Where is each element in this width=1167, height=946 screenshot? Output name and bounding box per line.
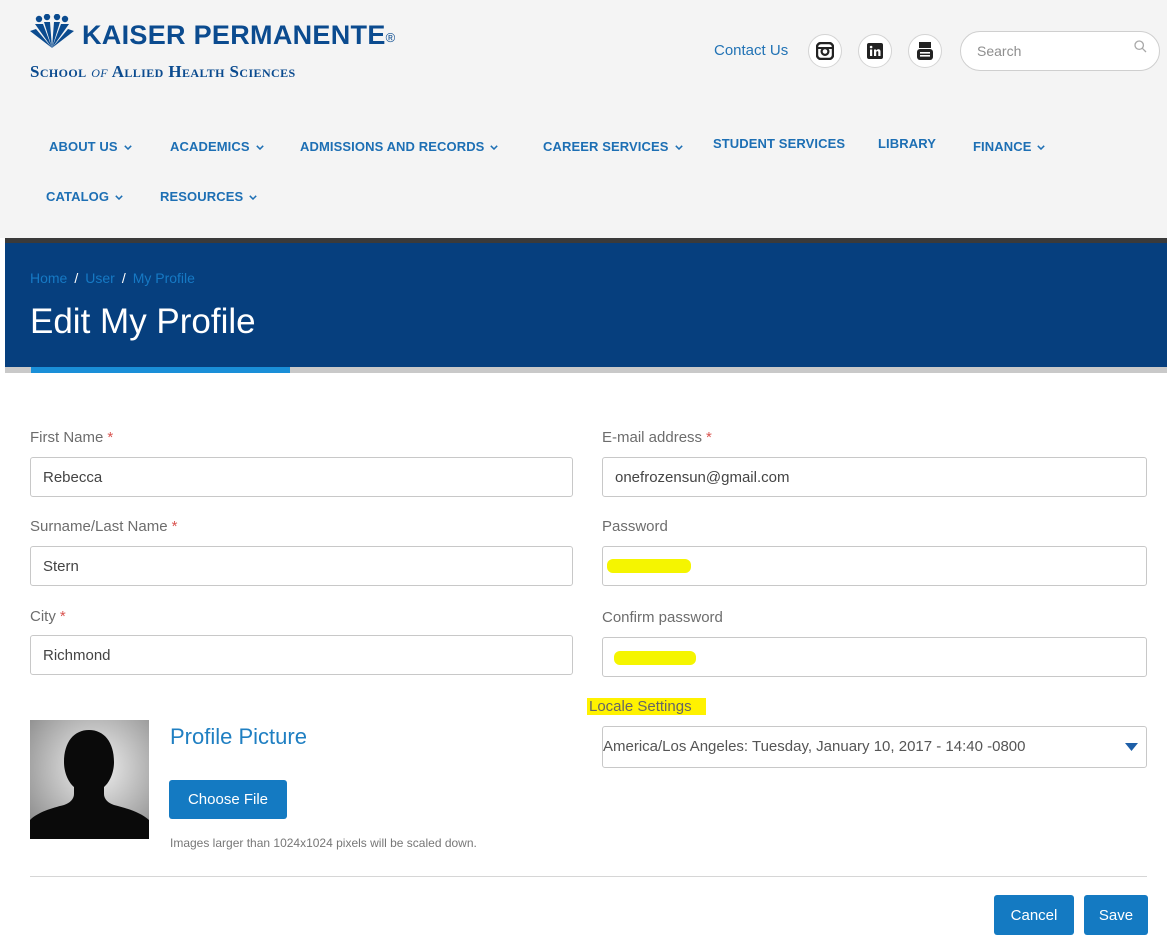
search-input[interactable] [977, 41, 1127, 61]
nav-library[interactable]: LIBRARY [878, 136, 936, 151]
avatar [30, 720, 149, 839]
youtube-link[interactable] [908, 34, 942, 68]
confirm-password-label: Confirm password [602, 609, 723, 626]
nav-catalog-label: CATALOG [46, 189, 110, 204]
save-button[interactable]: Save [1084, 895, 1148, 935]
chevron-down-icon [1037, 145, 1046, 150]
locale-settings-label: Locale Settings [587, 698, 706, 715]
chevron-down-icon [123, 145, 132, 150]
nav-student-services[interactable]: STUDENT SERVICES [713, 136, 845, 151]
timezone-select[interactable]: America/Los Angeles: Tuesday, January 10… [602, 726, 1147, 768]
city-field[interactable] [30, 635, 573, 675]
email-field[interactable] [602, 457, 1147, 497]
confirm-password-highlight [614, 651, 696, 665]
chevron-down-icon [249, 195, 257, 200]
youtube-icon [917, 42, 933, 60]
contact-us-link[interactable]: Contact Us [714, 42, 788, 59]
page-title: Edit My Profile [30, 302, 256, 341]
nav-admissions-label: ADMISSIONS AND RECORDS [300, 139, 485, 154]
nav-student-services-label: STUDENT SERVICES [713, 136, 846, 151]
breadcrumb-user[interactable]: User [85, 270, 115, 286]
nav-career-services-label: CAREER SERVICES [543, 139, 669, 154]
instagram-link[interactable] [808, 34, 842, 68]
form-divider [30, 876, 1147, 877]
linkedin-icon [867, 43, 883, 59]
password-label: Password [602, 518, 668, 535]
nav-library-label: LIBRARY [878, 136, 936, 151]
image-size-hint: Images larger than 1024x1024 pixels will… [170, 836, 477, 850]
nav-about-us-label: ABOUT US [49, 139, 118, 154]
search-icon[interactable] [1134, 40, 1147, 53]
kaiser-logo-mark-icon [30, 14, 74, 48]
nav-career-services[interactable]: CAREER SERVICES [543, 139, 683, 154]
nav-catalog[interactable]: CATALOG [46, 189, 123, 204]
nav-admissions-and-records[interactable]: ADMISSIONS AND RECORDS [300, 139, 499, 154]
logo-title: KAISER PERMANENTE® [82, 20, 396, 50]
email-label: E-mail address * [602, 429, 712, 446]
password-highlight [607, 559, 691, 573]
timezone-select-value: America/Los Angeles: Tuesday, January 10… [603, 738, 1026, 755]
breadcrumb-separator: / [121, 270, 126, 286]
choose-file-button[interactable]: Choose File [169, 780, 287, 819]
breadcrumb: Home / User / My Profile [30, 270, 195, 286]
breadcrumb-separator: / [74, 270, 79, 286]
nav-about-us[interactable]: ABOUT US [49, 139, 132, 154]
breadcrumb-home[interactable]: Home [30, 270, 67, 286]
instagram-icon [816, 42, 834, 60]
first-name-field[interactable] [30, 457, 573, 497]
nav-academics[interactable]: ACADEMICS [170, 139, 264, 154]
nav-resources-label: RESOURCES [160, 189, 244, 204]
chevron-down-icon [255, 145, 264, 150]
chevron-down-icon [490, 145, 499, 150]
cancel-button[interactable]: Cancel [994, 895, 1074, 935]
nav-finance[interactable]: FINANCE [973, 139, 1046, 154]
breadcrumb-current[interactable]: My Profile [133, 270, 195, 286]
first-name-label: First Name * [30, 429, 114, 446]
chevron-down-icon [115, 195, 123, 200]
banner-accent-bar [31, 367, 290, 373]
logo-subtitle: School of Allied Health Sciences [30, 62, 296, 81]
site-header: KAISER PERMANENTE® School of Allied Heal… [0, 0, 1167, 238]
linkedin-link[interactable] [858, 34, 892, 68]
search-box[interactable] [960, 31, 1160, 71]
nav-finance-label: FINANCE [973, 139, 1032, 154]
city-label: City * [30, 608, 66, 625]
chevron-down-icon [674, 145, 683, 150]
profile-picture-title: Profile Picture [170, 724, 307, 749]
caret-down-icon [1125, 743, 1138, 751]
last-name-label: Surname/Last Name * [30, 518, 178, 535]
nav-academics-label: ACADEMICS [170, 139, 250, 154]
last-name-field[interactable] [30, 546, 573, 586]
nav-resources[interactable]: RESOURCES [160, 189, 257, 204]
